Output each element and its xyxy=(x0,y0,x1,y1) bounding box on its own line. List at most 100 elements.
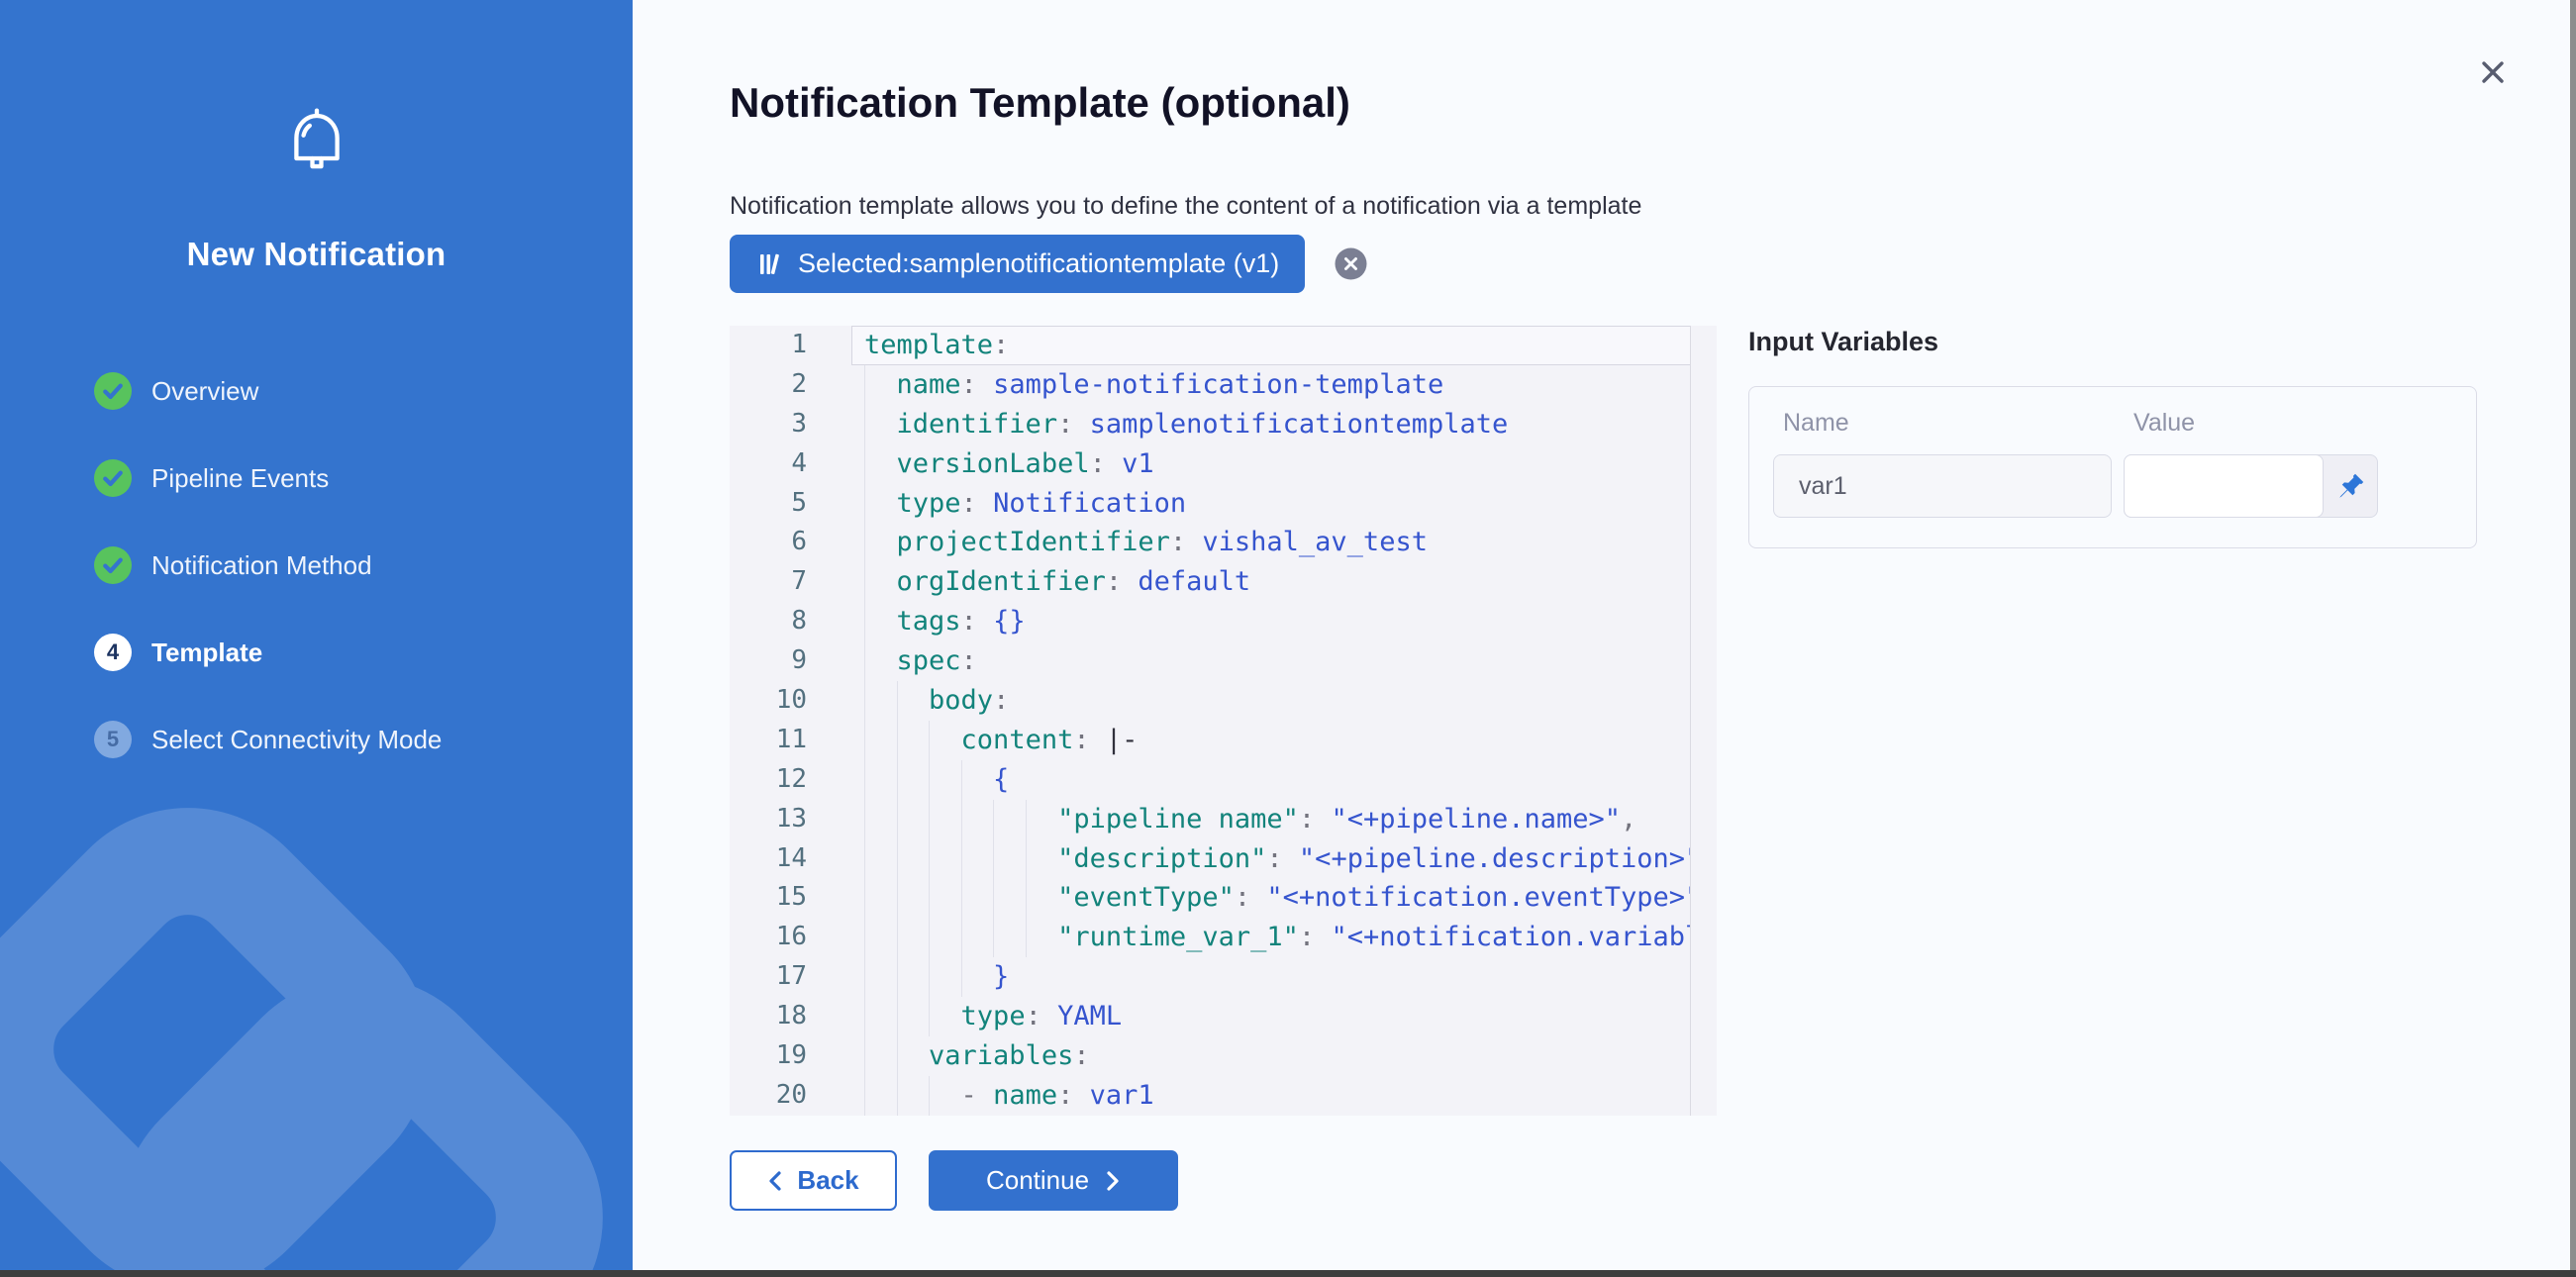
line-number: 20 xyxy=(730,1076,807,1116)
code-line: 4 versionLabel: v1 xyxy=(730,444,1717,484)
indent-guide xyxy=(864,957,865,997)
selected-template-chip[interactable]: Selected:samplenotificationtemplate (v1) xyxy=(730,235,1305,293)
code-text: identifier: samplenotificationtemplate xyxy=(851,405,1691,444)
code-line: 5 type: Notification xyxy=(730,484,1717,524)
indent-guide xyxy=(864,721,865,760)
line-number: 10 xyxy=(730,681,807,721)
indent-guide xyxy=(929,957,930,997)
step-select-connectivity-mode[interactable]: 5 Select Connectivity Mode xyxy=(94,721,603,758)
code-line: 9 spec: xyxy=(730,641,1717,681)
indent-guide xyxy=(1026,839,1027,879)
indent-guide xyxy=(993,878,994,918)
code-text: type: Notification xyxy=(851,484,1691,524)
code-lines: 1template:2 name: sample-notification-te… xyxy=(730,326,1717,1116)
line-number: 16 xyxy=(730,918,807,957)
line-number: 5 xyxy=(730,484,807,524)
indent-guide xyxy=(929,760,930,800)
wizard-steps: Overview Pipeline Events Notification Me… xyxy=(94,372,603,808)
indent-guide xyxy=(864,681,865,721)
step-template[interactable]: 4 Template xyxy=(94,634,603,671)
step-overview[interactable]: Overview xyxy=(94,372,603,410)
template-step-panel: Notification Template (optional) Notific… xyxy=(633,0,2576,1270)
indent-guide xyxy=(1026,918,1027,957)
remove-template-icon[interactable] xyxy=(1335,247,1367,280)
indent-guide xyxy=(897,1076,898,1116)
code-line: 13 "pipeline name": "<+pipeline.name>", xyxy=(730,800,1717,839)
indent-guide xyxy=(929,1076,930,1116)
indent-guide xyxy=(961,760,962,800)
code-text: versionLabel: v1 xyxy=(851,444,1691,484)
code-line: 10 body: xyxy=(730,681,1717,721)
indent-guide xyxy=(864,562,865,602)
indent-guide xyxy=(1026,878,1027,918)
indent-guide xyxy=(864,839,865,879)
code-text: "description": "<+pipeline.description>"… xyxy=(851,839,1691,879)
continue-button[interactable]: Continue xyxy=(929,1150,1178,1211)
line-number: 4 xyxy=(730,444,807,484)
step-label: Notification Method xyxy=(151,550,372,581)
indent-guide xyxy=(864,641,865,681)
indent-guide xyxy=(864,484,865,524)
indent-guide xyxy=(897,878,898,918)
indent-guide xyxy=(864,602,865,641)
indent-guide xyxy=(929,721,930,760)
indent-guide xyxy=(897,760,898,800)
code-line: 6 projectIdentifier: vishal_av_test xyxy=(730,523,1717,562)
indent-guide xyxy=(993,839,994,879)
indent-guide xyxy=(993,918,994,957)
editor-scrollbar-track[interactable] xyxy=(1690,326,1691,1116)
code-text: "runtime_var_1": "<+notification.variabl… xyxy=(851,918,1691,957)
close-icon[interactable] xyxy=(2474,53,2512,91)
line-number: 15 xyxy=(730,878,807,918)
indent-guide xyxy=(864,878,865,918)
check-circle-icon xyxy=(94,459,132,497)
column-header-name: Name xyxy=(1783,409,1849,438)
indent-guide xyxy=(993,800,994,839)
indent-guide xyxy=(929,800,930,839)
indent-guide xyxy=(897,839,898,879)
indent-guide xyxy=(961,957,962,997)
code-line: 8 tags: {} xyxy=(730,602,1717,641)
line-number: 2 xyxy=(730,365,807,405)
code-text: orgIdentifier: default xyxy=(851,562,1691,602)
indent-guide xyxy=(929,839,930,879)
code-text: { xyxy=(851,760,1691,800)
variable-name-input[interactable] xyxy=(1773,454,2112,518)
line-number: 12 xyxy=(730,760,807,800)
code-line: 11 content: |- xyxy=(730,721,1717,760)
template-yaml-editor[interactable]: 1template:2 name: sample-notification-te… xyxy=(730,326,1717,1116)
back-button[interactable]: Back xyxy=(730,1150,897,1211)
code-line: 12 { xyxy=(730,760,1717,800)
step-number-badge: 4 xyxy=(94,634,132,671)
code-line: 7 orgIdentifier: default xyxy=(730,562,1717,602)
indent-guide xyxy=(897,681,898,721)
step-notification-method[interactable]: Notification Method xyxy=(94,546,603,584)
indent-guide xyxy=(864,365,865,405)
step-pipeline-events[interactable]: Pipeline Events xyxy=(94,459,603,497)
indent-guide xyxy=(897,957,898,997)
column-header-value: Value xyxy=(2133,409,2195,438)
chevron-left-icon xyxy=(767,1170,783,1192)
code-text: "pipeline name": "<+pipeline.name>", xyxy=(851,800,1691,839)
chevron-right-icon xyxy=(1105,1170,1121,1192)
code-line: 15 "eventType": "<+notification.eventTyp… xyxy=(730,878,1717,918)
indent-guide xyxy=(864,523,865,562)
pin-icon[interactable] xyxy=(2324,454,2378,518)
indent-guide xyxy=(961,918,962,957)
line-number: 6 xyxy=(730,523,807,562)
variable-value-group xyxy=(2124,454,2378,518)
line-number: 19 xyxy=(730,1036,807,1076)
variable-value-input[interactable] xyxy=(2124,454,2324,518)
template-library-icon xyxy=(755,249,785,279)
line-number: 13 xyxy=(730,800,807,839)
indent-guide xyxy=(961,839,962,879)
code-text: variables: xyxy=(851,1036,1691,1076)
step-label: Pipeline Events xyxy=(151,463,329,494)
indent-guide xyxy=(864,918,865,957)
input-variables-heading: Input Variables xyxy=(1748,327,1938,357)
code-text: tags: {} xyxy=(851,602,1691,641)
indent-guide xyxy=(897,997,898,1036)
line-number: 18 xyxy=(730,997,807,1036)
window-scrollbar[interactable] xyxy=(2570,0,2576,1270)
code-line: 3 identifier: samplenotificationtemplate xyxy=(730,405,1717,444)
